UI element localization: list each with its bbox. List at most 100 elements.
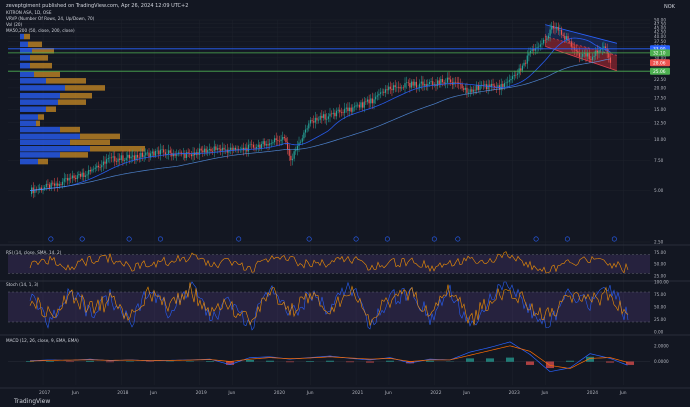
candle-body: [508, 80, 510, 82]
candle-body: [585, 53, 587, 57]
candle-body: [88, 169, 90, 175]
oscillator-tick-label: 75.00: [654, 292, 666, 297]
candle-body: [143, 155, 145, 157]
candle-body: [301, 138, 303, 142]
candle-body: [45, 183, 47, 188]
volume-profile-up-bar: [20, 92, 60, 99]
volume-profile-up-bar: [20, 126, 60, 133]
candle-body: [471, 89, 473, 92]
candle-body: [603, 46, 605, 48]
candle-body: [485, 84, 488, 90]
candle-body: [300, 141, 302, 143]
candle-body: [311, 120, 313, 122]
candle-body: [396, 86, 398, 88]
candle-body: [207, 150, 209, 153]
candle-body: [528, 53, 530, 56]
candle-body: [234, 147, 237, 150]
candle-body: [505, 82, 507, 84]
candle-body: [122, 155, 124, 161]
candle-body: [130, 156, 132, 159]
candle-body: [554, 28, 556, 29]
candle-body: [270, 143, 272, 144]
candle-body: [249, 144, 251, 146]
time-tick-label: Jun: [149, 390, 157, 396]
candle-body: [381, 91, 383, 93]
candle-body: [578, 52, 581, 57]
candle-body: [176, 154, 178, 156]
volume-profile-up-bar: [20, 139, 70, 146]
candle-body: [476, 84, 478, 91]
candle-body: [375, 96, 377, 100]
candle-body: [549, 29, 551, 36]
candle-body: [580, 56, 582, 58]
candle-body: [373, 99, 375, 104]
volume-profile-down-bar: [38, 114, 44, 120]
candle-body: [140, 152, 142, 158]
candle-body: [52, 182, 54, 184]
candle-body: [295, 150, 297, 152]
macd-tick-label: 2.0000: [654, 343, 669, 348]
candle-body: [62, 181, 64, 185]
candle-body: [520, 68, 522, 71]
candle-body: [461, 84, 463, 89]
macd-histogram-bar: [506, 357, 514, 362]
candle-body: [212, 151, 214, 152]
time-tick-label: 2017: [39, 390, 50, 396]
candle-body: [221, 147, 223, 151]
candle-body: [106, 159, 108, 164]
candle-body: [50, 182, 52, 189]
candle-body: [575, 49, 577, 52]
candle-body: [316, 117, 318, 121]
time-tick-label: 2024: [587, 390, 598, 396]
candle-body: [360, 102, 362, 108]
candle-body: [348, 107, 351, 112]
candle-body: [57, 183, 59, 186]
candle-body: [391, 88, 393, 91]
macd-histogram-bar: [346, 361, 354, 363]
candle-body: [399, 87, 401, 89]
volume-profile-down-bar: [46, 106, 56, 112]
candle-body: [386, 89, 388, 91]
candle-body: [464, 87, 466, 90]
volume-profile-up-bar: [20, 71, 34, 78]
macd-histogram-bar: [66, 361, 74, 363]
candle-body: [432, 81, 434, 86]
candle-body: [389, 86, 391, 89]
candle-body: [515, 74, 517, 76]
candle-body: [151, 151, 153, 154]
price-tick-label: 15.00: [654, 107, 666, 112]
candle-body: [220, 149, 222, 151]
candle-body: [153, 151, 155, 156]
volume-profile-up-bar: [20, 145, 90, 152]
chart-background: [0, 0, 690, 407]
candle-body: [156, 150, 158, 152]
candle-body: [75, 178, 77, 180]
volume-profile-down-bar: [38, 158, 48, 165]
candle-body: [66, 178, 69, 181]
candle-body: [104, 161, 106, 164]
candle-body: [379, 92, 382, 94]
chart-canvas: 75.00 50.00 25.00 RSI (14, close, SMA, 14, …: [0, 0, 690, 407]
candle-body: [107, 158, 109, 160]
candle-body: [321, 115, 323, 118]
time-tick-label: Jun: [227, 390, 235, 396]
time-tick-label: Jun: [384, 390, 392, 396]
candle-body: [283, 137, 285, 139]
candle-body: [252, 144, 254, 148]
candle-body: [547, 35, 550, 39]
oscillator-tick-label: 25.00: [654, 317, 666, 322]
volume-profile-down-bar: [46, 78, 86, 84]
candle-body: [109, 157, 111, 159]
candle-body: [484, 84, 486, 86]
candle-body: [536, 47, 538, 49]
candle-body: [423, 84, 426, 86]
candle-body: [304, 129, 307, 133]
candle-body: [125, 157, 127, 161]
time-tick-label: Jun: [71, 390, 79, 396]
candle-body: [308, 123, 310, 129]
candle-body: [335, 110, 338, 117]
candle-body: [384, 89, 387, 93]
candle-body: [68, 177, 70, 181]
volume-profile-down-bar: [36, 120, 40, 127]
candle-body: [425, 84, 427, 87]
